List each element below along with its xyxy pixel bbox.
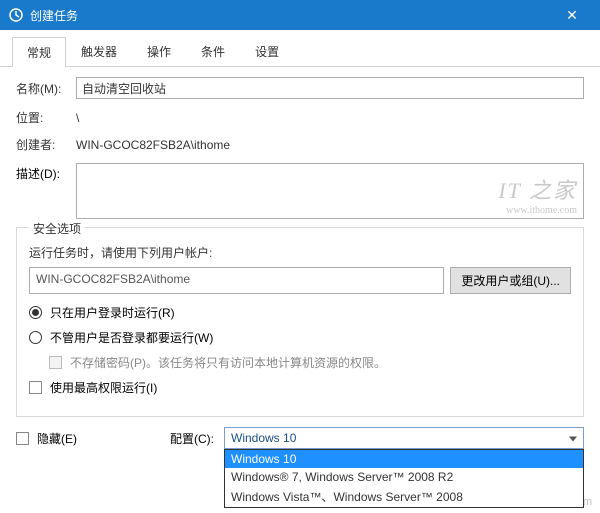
checkbox-hidden[interactable]: 隐藏(E) (16, 430, 77, 447)
tab-bar: 常规 触发器 操作 条件 设置 (0, 36, 600, 67)
dropdown-option[interactable]: Windows® 7, Windows Server™ 2008 R2 (225, 468, 583, 486)
name-input[interactable] (76, 77, 584, 99)
radio-loggedon-label: 只在用户登录时运行(R) (50, 304, 175, 321)
bottom-row: 隐藏(E) 配置(C): Windows 10 Windows 10 Windo… (0, 417, 600, 449)
tab-general[interactable]: 常规 (12, 37, 66, 67)
radio-anyuser-icon (29, 331, 42, 344)
dropdown-option[interactable]: Windows Vista™、Windows Server™ 2008 (225, 486, 583, 507)
checkbox-nostorepw-label: 不存储密码(P)。该任务将只有访问本地计算机资源的权限。 (70, 354, 386, 371)
checkbox-hidden-icon (16, 432, 29, 445)
creator-label: 创建者: (16, 136, 76, 153)
config-select[interactable]: Windows 10 Windows 10 Windows® 7, Window… (224, 427, 584, 449)
checkbox-highest-label: 使用最高权限运行(I) (50, 379, 157, 396)
radio-loggedon-icon (29, 306, 42, 319)
app-icon (8, 7, 24, 23)
watermark: IT 之家 www.ithome.com (498, 173, 577, 216)
security-fieldset: 安全选项 运行任务时，请使用下列用户帐户: WIN-GCOC82FSB2A\it… (16, 227, 584, 417)
tab-triggers[interactable]: 触发器 (66, 36, 132, 66)
name-label: 名称(M): (16, 80, 76, 97)
watermark-url: www.ithome.com (498, 205, 577, 216)
tab-content: 名称(M): 位置: \ 创建者: WIN-GCOC82FSB2A\ithome… (0, 67, 600, 417)
tab-settings[interactable]: 设置 (240, 36, 294, 66)
window-title: 创建任务 (30, 7, 552, 24)
change-user-button[interactable]: 更改用户或组(U)... (450, 267, 571, 294)
location-label: 位置: (16, 109, 76, 126)
checkbox-nostorepw: 不存储密码(P)。该任务将只有访问本地计算机资源的权限。 (49, 354, 571, 371)
security-legend: 安全选项 (29, 220, 85, 237)
checkbox-nostorepw-icon (49, 356, 62, 369)
radio-anyuser-label: 不管用户是否登录都要运行(W) (50, 329, 213, 346)
config-label: 配置(C): (170, 430, 214, 447)
config-dropdown: Windows 10 Windows® 7, Windows Server™ 2… (224, 449, 584, 508)
tab-conditions[interactable]: 条件 (186, 36, 240, 66)
checkbox-hidden-label: 隐藏(E) (37, 430, 77, 447)
watermark-logo: IT 之家 (498, 173, 577, 205)
checkbox-highest-icon (29, 381, 42, 394)
account-hint: 运行任务时，请使用下列用户帐户: (29, 244, 571, 261)
config-select-display[interactable]: Windows 10 (224, 427, 584, 449)
account-input[interactable]: WIN-GCOC82FSB2A\ithome (29, 267, 444, 294)
dropdown-option[interactable]: Windows 10 (225, 450, 583, 468)
location-value: \ (76, 111, 79, 125)
creator-value: WIN-GCOC82FSB2A\ithome (76, 138, 230, 152)
radio-anyuser[interactable]: 不管用户是否登录都要运行(W) (29, 329, 571, 346)
titlebar: 创建任务 ✕ (0, 0, 600, 30)
checkbox-highest[interactable]: 使用最高权限运行(I) (29, 379, 571, 396)
tab-actions[interactable]: 操作 (132, 36, 186, 66)
description-label: 描述(D): (16, 163, 76, 182)
close-icon[interactable]: ✕ (552, 7, 592, 24)
description-input[interactable]: IT 之家 www.ithome.com (76, 163, 584, 219)
radio-loggedon[interactable]: 只在用户登录时运行(R) (29, 304, 571, 321)
